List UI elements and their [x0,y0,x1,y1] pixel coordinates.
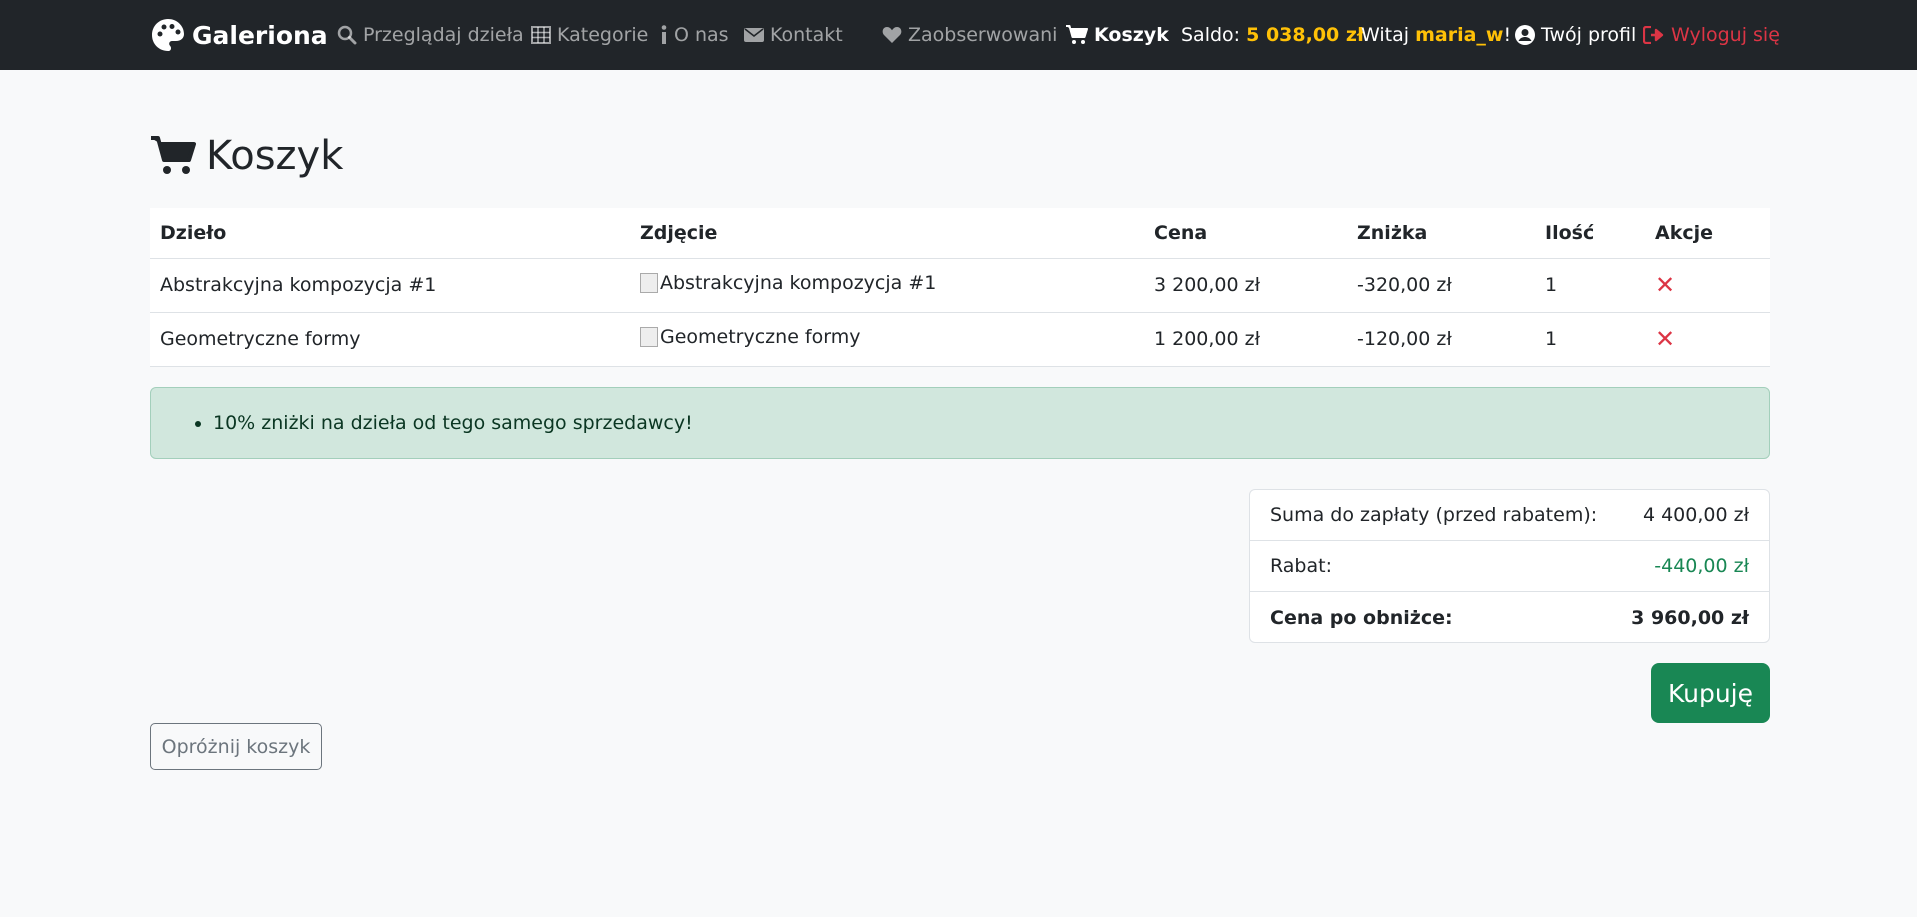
artwork-image-alt: Geometryczne formy [660,326,861,348]
shopping-cart-icon [150,136,196,176]
table-row: Geometryczne formy Geometryczne formy 1 … [150,312,1770,367]
artwork-price: 1 200,00 zł [1144,312,1347,367]
page-title: Koszyk [150,128,343,184]
navbar: Galeriona Przeglądaj dzieła Kategorie O … [0,0,1917,70]
balance-value: 5 038,00 zł [1246,24,1365,46]
discount-label: Rabat: [1270,555,1332,577]
remove-item-button[interactable]: ✕ [1655,325,1675,353]
artwork-quantity: 1 [1535,258,1645,313]
search-icon [337,25,357,45]
summary-discount-row: Rabat: -440,00 zł [1250,541,1769,592]
buy-button[interactable]: Kupuję [1651,663,1770,723]
nav-profile-label: Twój profil [1541,24,1637,46]
artwork-quantity: 1 [1535,312,1645,367]
column-header: Zniżka [1347,208,1535,259]
artwork-price: 3 200,00 zł [1144,258,1347,313]
user-circle-icon [1515,25,1535,45]
cart-table: Dzieło Zdjęcie Cena Zniżka Ilość Akcje A… [150,208,1770,367]
nav-logout[interactable]: Wyloguj się [1643,0,1780,70]
remove-item-button[interactable]: ✕ [1655,271,1675,299]
nav-cart[interactable]: Koszyk [1066,0,1169,70]
column-header: Ilość [1535,208,1645,259]
artwork-name: Abstrakcyjna kompozycja #1 [150,258,630,313]
envelope-icon [744,27,764,43]
artwork-image: Abstrakcyjna kompozycja #1 [630,258,1144,313]
summary-subtotal-row: Suma do zapłaty (przed rabatem): 4 400,0… [1250,490,1769,541]
remove-cell: ✕ [1645,312,1770,367]
nav-about-label: O nas [674,24,729,46]
nav-profile[interactable]: Twój profil [1515,0,1636,70]
table-row: Abstrakcyjna kompozycja #1 Abstrakcyjna … [150,258,1770,313]
summary-total-row: Cena po obniżce: 3 960,00 zł [1250,592,1769,643]
nav-categories[interactable]: Kategorie [531,0,648,70]
greeting-label: Witaj [1361,24,1410,46]
total-value: 3 960,00 zł [1631,606,1749,629]
brand-link[interactable]: Galeriona [150,0,328,70]
nav-watched[interactable]: Zaobserwowani [882,0,1057,70]
promo-message: 10% zniżki na dzieła od tego samego sprz… [213,412,693,434]
nav-cart-label: Koszyk [1094,24,1169,46]
shopping-cart-icon [1066,25,1088,45]
broken-image-icon [640,327,658,347]
nav-contact[interactable]: Kontakt [744,0,843,70]
palette-icon [150,17,186,53]
artwork-discount: -120,00 zł [1347,312,1535,367]
balance: Saldo: 5 038,00 zł [1181,0,1364,70]
column-header: Akcje [1645,208,1770,259]
column-header: Dzieło [150,208,630,259]
heart-icon [882,26,902,44]
table-grid-icon [531,26,551,44]
order-summary: Suma do zapłaty (przed rabatem): 4 400,0… [1249,489,1770,643]
column-header: Zdjęcie [630,208,1144,259]
nav-browse-label: Przeglądaj dzieła [363,24,524,46]
promo-alert: 10% zniżki na dzieła od tego samego sprz… [150,387,1770,459]
username: maria_w [1415,24,1504,46]
artwork-image-alt: Abstrakcyjna kompozycja #1 [660,272,937,294]
nav-watched-label: Zaobserwowani [908,24,1058,46]
artwork-image: Geometryczne formy [630,312,1144,367]
nav-logout-label: Wyloguj się [1671,24,1780,46]
artwork-discount: -320,00 zł [1347,258,1535,313]
nav-categories-label: Kategorie [557,24,649,46]
nav-browse[interactable]: Przeglądaj dzieła [337,0,524,70]
greeting: Witaj maria_w! [1361,0,1511,70]
broken-image-icon [640,273,658,293]
remove-cell: ✕ [1645,258,1770,313]
brand-label: Galeriona [192,20,328,50]
balance-label: Saldo: [1181,24,1241,46]
nav-contact-label: Kontakt [770,24,843,46]
column-header: Cena [1144,208,1347,259]
subtotal-label: Suma do zapłaty (przed rabatem): [1270,504,1598,526]
page-title-label: Koszyk [206,133,344,179]
table-header-row: Dzieło Zdjęcie Cena Zniżka Ilość Akcje [150,208,1770,259]
empty-cart-button[interactable]: Opróżnij koszyk [150,723,322,770]
nav-about[interactable]: O nas [660,0,729,70]
info-icon [660,25,668,45]
discount-value: -440,00 zł [1654,555,1749,577]
artwork-name: Geometryczne formy [150,312,630,367]
sign-out-icon [1643,26,1665,44]
subtotal-value: 4 400,00 zł [1642,504,1749,526]
total-label: Cena po obniżce: [1270,606,1453,629]
greeting-exclaim: ! [1503,24,1512,46]
